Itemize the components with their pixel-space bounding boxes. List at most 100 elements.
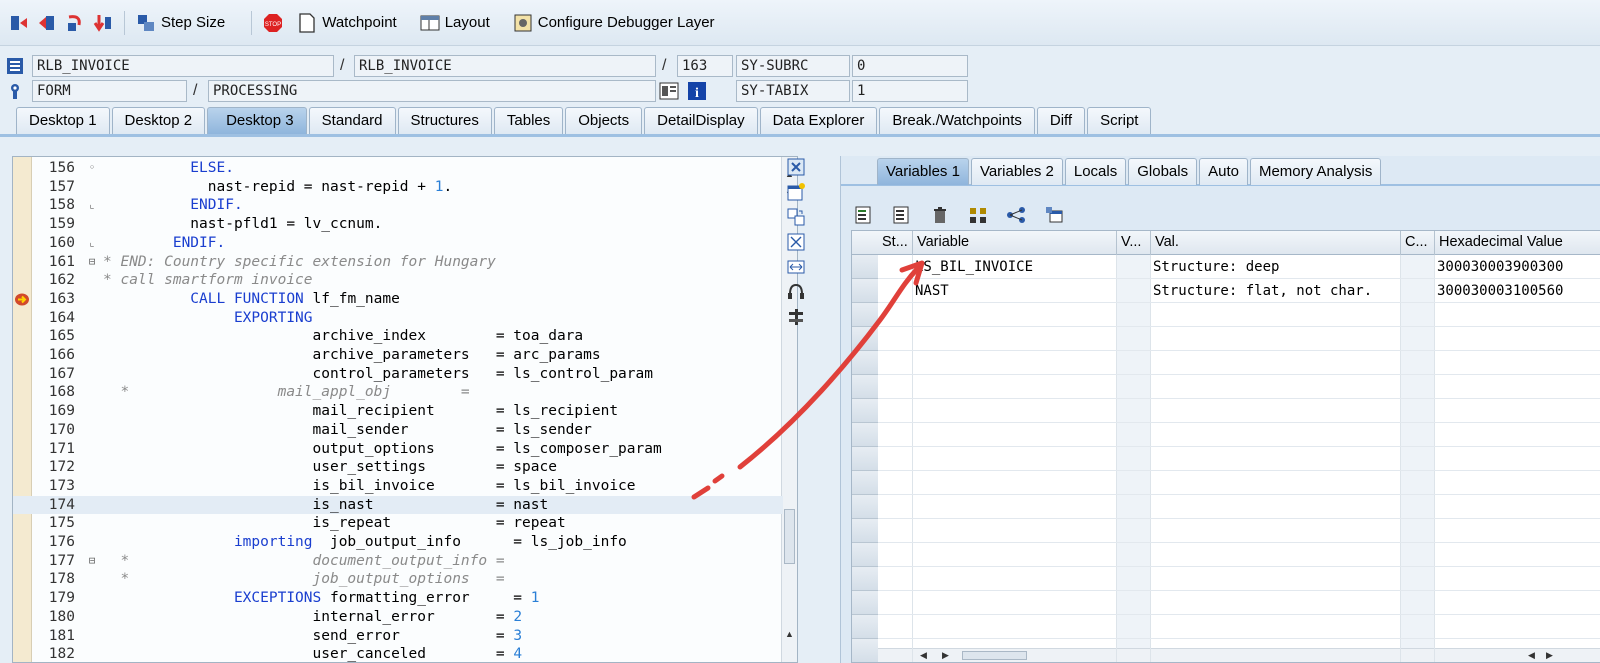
continue-icon[interactable] bbox=[92, 12, 114, 34]
table-row[interactable] bbox=[878, 351, 1600, 375]
tab-standard[interactable]: Standard bbox=[308, 107, 396, 134]
swap-tool-icon[interactable] bbox=[785, 206, 807, 228]
tab-memory-analysis[interactable]: Memory Analysis bbox=[1249, 158, 1382, 185]
tab-desktop-3[interactable]: Desktop 3 bbox=[207, 107, 307, 134]
tab-structures[interactable]: Structures bbox=[397, 107, 492, 134]
execute-icon[interactable] bbox=[36, 12, 58, 34]
row-selector[interactable] bbox=[852, 615, 878, 639]
column-header-status[interactable]: St... bbox=[878, 231, 913, 255]
table-row[interactable] bbox=[878, 567, 1600, 591]
row-selector[interactable] bbox=[852, 351, 878, 375]
row-selector[interactable] bbox=[852, 375, 878, 399]
tab-diff[interactable]: Diff bbox=[1036, 107, 1086, 134]
breakpoint-stop-button[interactable]: STOP bbox=[262, 12, 288, 34]
layout-button[interactable]: Layout bbox=[419, 12, 490, 34]
code-line[interactable]: 182 user_canceled = 4 bbox=[13, 645, 783, 662]
maximize-icon[interactable] bbox=[785, 231, 807, 253]
row-selector[interactable] bbox=[852, 279, 878, 303]
hex-value-cell[interactable]: 300030003100560 bbox=[1435, 279, 1600, 303]
tab-script[interactable]: Script bbox=[1087, 107, 1152, 134]
row-selector[interactable] bbox=[852, 519, 878, 543]
row-selector[interactable] bbox=[852, 399, 878, 423]
code-line[interactable]: 156 ◦ ELSE. bbox=[13, 159, 783, 178]
code-line[interactable]: 158 ⌞ ENDIF. bbox=[13, 196, 783, 215]
tab-break-watchpoints[interactable]: Break./Watchpoints bbox=[879, 107, 1035, 134]
code-line[interactable]: 172 user_settings = space bbox=[13, 458, 783, 477]
row-selector[interactable] bbox=[852, 495, 878, 519]
table-row[interactable] bbox=[878, 639, 1600, 662]
variable-cell[interactable]: LS_BIL_INVOICE bbox=[913, 255, 1117, 279]
hierarchy-icon[interactable] bbox=[967, 204, 989, 226]
hex-value-cell[interactable]: 300030003900300 bbox=[1435, 255, 1600, 279]
value-cell[interactable]: Structure: deep bbox=[1151, 255, 1401, 279]
code-line[interactable]: 179 EXCEPTIONS formatting_error = 1 bbox=[13, 589, 783, 608]
table-row[interactable] bbox=[878, 615, 1600, 639]
code-line[interactable]: 171 output_options = ls_composer_param bbox=[13, 440, 783, 459]
details-list-icon[interactable] bbox=[891, 204, 913, 226]
code-line[interactable]: 180 internal_error = 2 bbox=[13, 608, 783, 627]
row-selector[interactable] bbox=[852, 255, 878, 279]
code-line[interactable]: 178 * job_output_options = bbox=[13, 570, 783, 589]
code-line[interactable]: 174 is_nast = nast bbox=[13, 495, 783, 515]
row-selector[interactable] bbox=[852, 567, 878, 591]
table-row[interactable] bbox=[878, 303, 1600, 327]
code-line[interactable]: 160 ⌞ ENDIF. bbox=[13, 234, 783, 253]
table-row[interactable] bbox=[878, 423, 1600, 447]
table-row[interactable] bbox=[878, 543, 1600, 567]
close-icon[interactable] bbox=[785, 156, 807, 178]
column-header-hexadecimal-value[interactable]: Hexadecimal Value bbox=[1435, 231, 1600, 255]
table-row[interactable] bbox=[878, 399, 1600, 423]
table-row[interactable] bbox=[878, 519, 1600, 543]
watchpoint-button[interactable]: Watchpoint bbox=[296, 12, 397, 34]
code-line[interactable]: 163 CALL FUNCTION lf_fm_name bbox=[13, 290, 783, 309]
tab-variables-2[interactable]: Variables 2 bbox=[970, 158, 1063, 185]
row-selector[interactable] bbox=[852, 543, 878, 567]
code-line[interactable]: 162 * call smartform invoice bbox=[13, 271, 783, 290]
current-statement-icon[interactable] bbox=[15, 293, 30, 306]
configure-debugger-layer-button[interactable]: Configure Debugger Layer bbox=[512, 12, 715, 34]
code-line[interactable]: 168 * mail_appl_obj = bbox=[13, 383, 783, 402]
code-line[interactable]: 170 mail_sender = ls_sender bbox=[13, 421, 783, 440]
code-line[interactable]: 181 send_error = 3 bbox=[13, 627, 783, 646]
code-line[interactable]: 159 nast-pfld1 = lv_ccnum. bbox=[13, 215, 783, 234]
code-line[interactable]: 157 nast-repid = nast-repid + 1. bbox=[13, 178, 783, 197]
value-cell[interactable]: Structure: flat, not char. bbox=[1151, 279, 1401, 303]
network-icon[interactable] bbox=[1005, 204, 1027, 226]
headset-icon[interactable] bbox=[785, 281, 807, 303]
tab-auto[interactable]: Auto bbox=[1199, 158, 1248, 185]
table-row[interactable] bbox=[878, 327, 1600, 351]
scroll-up-icon[interactable]: ▲ bbox=[785, 629, 794, 639]
resize-horizontal-icon[interactable] bbox=[785, 256, 807, 278]
code-line[interactable]: 161 ⊟ * END: Country specific extension fo… bbox=[13, 253, 783, 272]
return-icon[interactable] bbox=[64, 12, 86, 34]
single-step-icon[interactable] bbox=[8, 12, 30, 34]
tab-data-explorer[interactable]: Data Explorer bbox=[759, 107, 878, 134]
code-line[interactable]: 165 archive_index = toa_dara bbox=[13, 327, 783, 346]
new-window-icon[interactable] bbox=[785, 181, 807, 203]
row-selector[interactable] bbox=[852, 423, 878, 447]
column-header-value[interactable]: Val. bbox=[1151, 231, 1401, 255]
trash-icon[interactable] bbox=[929, 204, 951, 226]
table-row[interactable] bbox=[878, 591, 1600, 615]
source-code-editor[interactable]: ▲ ▼ ▲ 156◦ ELSE.157 nast-repid = nast-re… bbox=[12, 156, 798, 663]
code-line[interactable]: 167 control_parameters = ls_control_para… bbox=[13, 365, 783, 384]
source-display-icon[interactable] bbox=[659, 81, 679, 101]
column-header-c[interactable]: C... bbox=[1401, 231, 1435, 255]
collapse-toggle-icon[interactable]: ⊟ bbox=[85, 552, 99, 571]
table-row[interactable] bbox=[878, 471, 1600, 495]
row-selector[interactable] bbox=[852, 591, 878, 615]
row-selector[interactable] bbox=[852, 471, 878, 495]
variable-cell[interactable]: NAST bbox=[913, 279, 1117, 303]
info-icon[interactable]: i bbox=[687, 81, 707, 101]
tab-desktop-2[interactable]: Desktop 2 bbox=[111, 107, 206, 134]
tab-desktop-1[interactable]: Desktop 1 bbox=[16, 107, 110, 134]
code-line[interactable]: 175 is_repeat = repeat bbox=[13, 514, 783, 533]
row-selector[interactable] bbox=[852, 303, 878, 327]
row-selector[interactable] bbox=[852, 639, 878, 662]
tab-tables[interactable]: Tables bbox=[493, 107, 564, 134]
collapse-toggle-icon[interactable]: ⊟ bbox=[85, 253, 99, 272]
tab-globals[interactable]: Globals bbox=[1128, 158, 1198, 185]
tab-locals[interactable]: Locals bbox=[1064, 158, 1127, 185]
column-header-v[interactable]: V... bbox=[1117, 231, 1151, 255]
code-line[interactable]: 173 is_bil_invoice = ls_bil_invoice bbox=[13, 477, 783, 496]
